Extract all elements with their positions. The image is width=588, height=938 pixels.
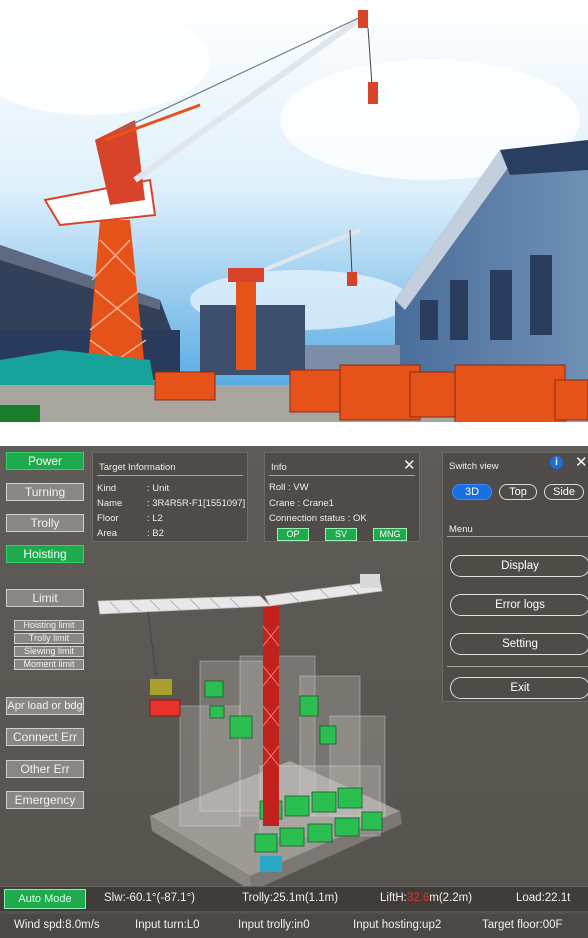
target-info-title: Target Information xyxy=(99,462,176,473)
apr-load-button[interactable]: Apr load or bdg xyxy=(6,697,84,715)
divider xyxy=(97,475,243,476)
hoisting-button[interactable]: Hoisting xyxy=(6,545,84,563)
target-floor-key: Floor xyxy=(97,513,119,524)
trolly-readout: Trolly:25.1m(1.1m) xyxy=(242,892,339,904)
crane-3d-model[interactable] xyxy=(90,566,440,916)
crane-control-screen: Power Turning Trolly Hoisting Limit Hois… xyxy=(0,446,588,938)
divider xyxy=(269,475,415,476)
status-bar-inputs: Wind spd:8.0m/s Input turn:L0 Input trol… xyxy=(0,914,588,938)
crane-site-photo xyxy=(0,0,588,422)
display-button[interactable]: Display xyxy=(450,555,588,577)
other-err-button[interactable]: Other Err xyxy=(6,760,84,778)
close-icon[interactable]: ✕ xyxy=(403,458,416,473)
connect-err-button[interactable]: Connect Err xyxy=(6,728,84,746)
info-crane: Crane : Crane1 xyxy=(269,498,334,509)
lift-height-readout: LiftH:32.6m(2.2m) xyxy=(380,892,472,904)
trolly-button[interactable]: Trolly xyxy=(6,514,84,532)
target-name-key: Name xyxy=(97,498,123,509)
setting-button[interactable]: Setting xyxy=(450,633,588,655)
slewing-readout: Slw:-60.1°(-87.1°) xyxy=(104,892,196,904)
exit-button[interactable]: Exit xyxy=(450,677,588,699)
input-turn-readout: Input turn:L0 xyxy=(135,919,200,931)
menu-title: Menu xyxy=(449,524,473,535)
lift-height-prefix: LiftH: xyxy=(380,892,407,904)
turning-button[interactable]: Turning xyxy=(6,483,84,501)
info-title: Info xyxy=(271,462,287,473)
power-button[interactable]: Power xyxy=(6,452,84,470)
moment-limit-button[interactable]: Moment limit xyxy=(14,659,84,670)
limit-button[interactable]: Limit xyxy=(6,589,84,607)
error-logs-button[interactable]: Error logs xyxy=(450,594,588,616)
target-kind-value: : Unit xyxy=(147,483,170,494)
load-readout: Load:22.1t xyxy=(516,892,571,904)
target-area-value: : B2 xyxy=(147,528,164,539)
view-top-button[interactable]: Top xyxy=(499,484,537,500)
target-kind-key: Kind xyxy=(97,483,117,494)
view-3d-button[interactable]: 3D xyxy=(452,484,492,500)
input-trolly-readout: Input trolly:in0 xyxy=(238,919,310,931)
switch-view-title: Switch view xyxy=(449,461,499,472)
target-area-key: Area xyxy=(97,528,118,539)
trolly-limit-button[interactable]: Trolly limit xyxy=(14,633,84,644)
lift-height-suffix: m(2.2m) xyxy=(429,892,473,904)
switch-view-panel: Switch view i ✕ 3D Top Side Menu Display… xyxy=(442,452,588,702)
divider xyxy=(447,536,588,537)
status-bar-crane: Auto Mode Slw:-60.1°(-87.1°) Trolly:25.1… xyxy=(0,886,588,911)
target-floor-value: : L2 xyxy=(147,513,163,524)
sv-button[interactable]: SV xyxy=(325,528,357,541)
info-connection-status: Connection status : OK xyxy=(269,513,367,524)
target-floor-readout: Target floor:00F xyxy=(482,919,563,931)
view-side-button[interactable]: Side xyxy=(544,484,584,500)
crane-photo-illustration xyxy=(0,0,588,422)
info-icon[interactable]: i xyxy=(550,456,563,469)
slewing-limit-button[interactable]: Slewing limit xyxy=(14,646,84,657)
hoisting-limit-button[interactable]: Hoisting limit xyxy=(14,620,84,631)
auto-mode-button[interactable]: Auto Mode xyxy=(4,889,86,909)
close-icon[interactable]: ✕ xyxy=(575,455,588,470)
info-roll: Roll : VW xyxy=(269,482,309,493)
emergency-button[interactable]: Emergency xyxy=(6,791,84,809)
input-hosting-readout: Input hosting:up2 xyxy=(353,919,442,931)
op-button[interactable]: OP xyxy=(277,528,309,541)
info-panel: Info ✕ Roll : VW Crane : Crane1 Connecti… xyxy=(264,452,420,542)
target-name-value: : 3R4R5R-F1[1551097] xyxy=(147,498,246,509)
divider xyxy=(447,666,588,667)
target-information-panel: Target Information Kind : Unit Name : 3R… xyxy=(92,452,248,542)
lift-height-value: 32.6 xyxy=(406,892,430,904)
mng-button[interactable]: MNG xyxy=(373,528,407,541)
wind-speed-readout: Wind spd:8.0m/s xyxy=(14,919,100,931)
